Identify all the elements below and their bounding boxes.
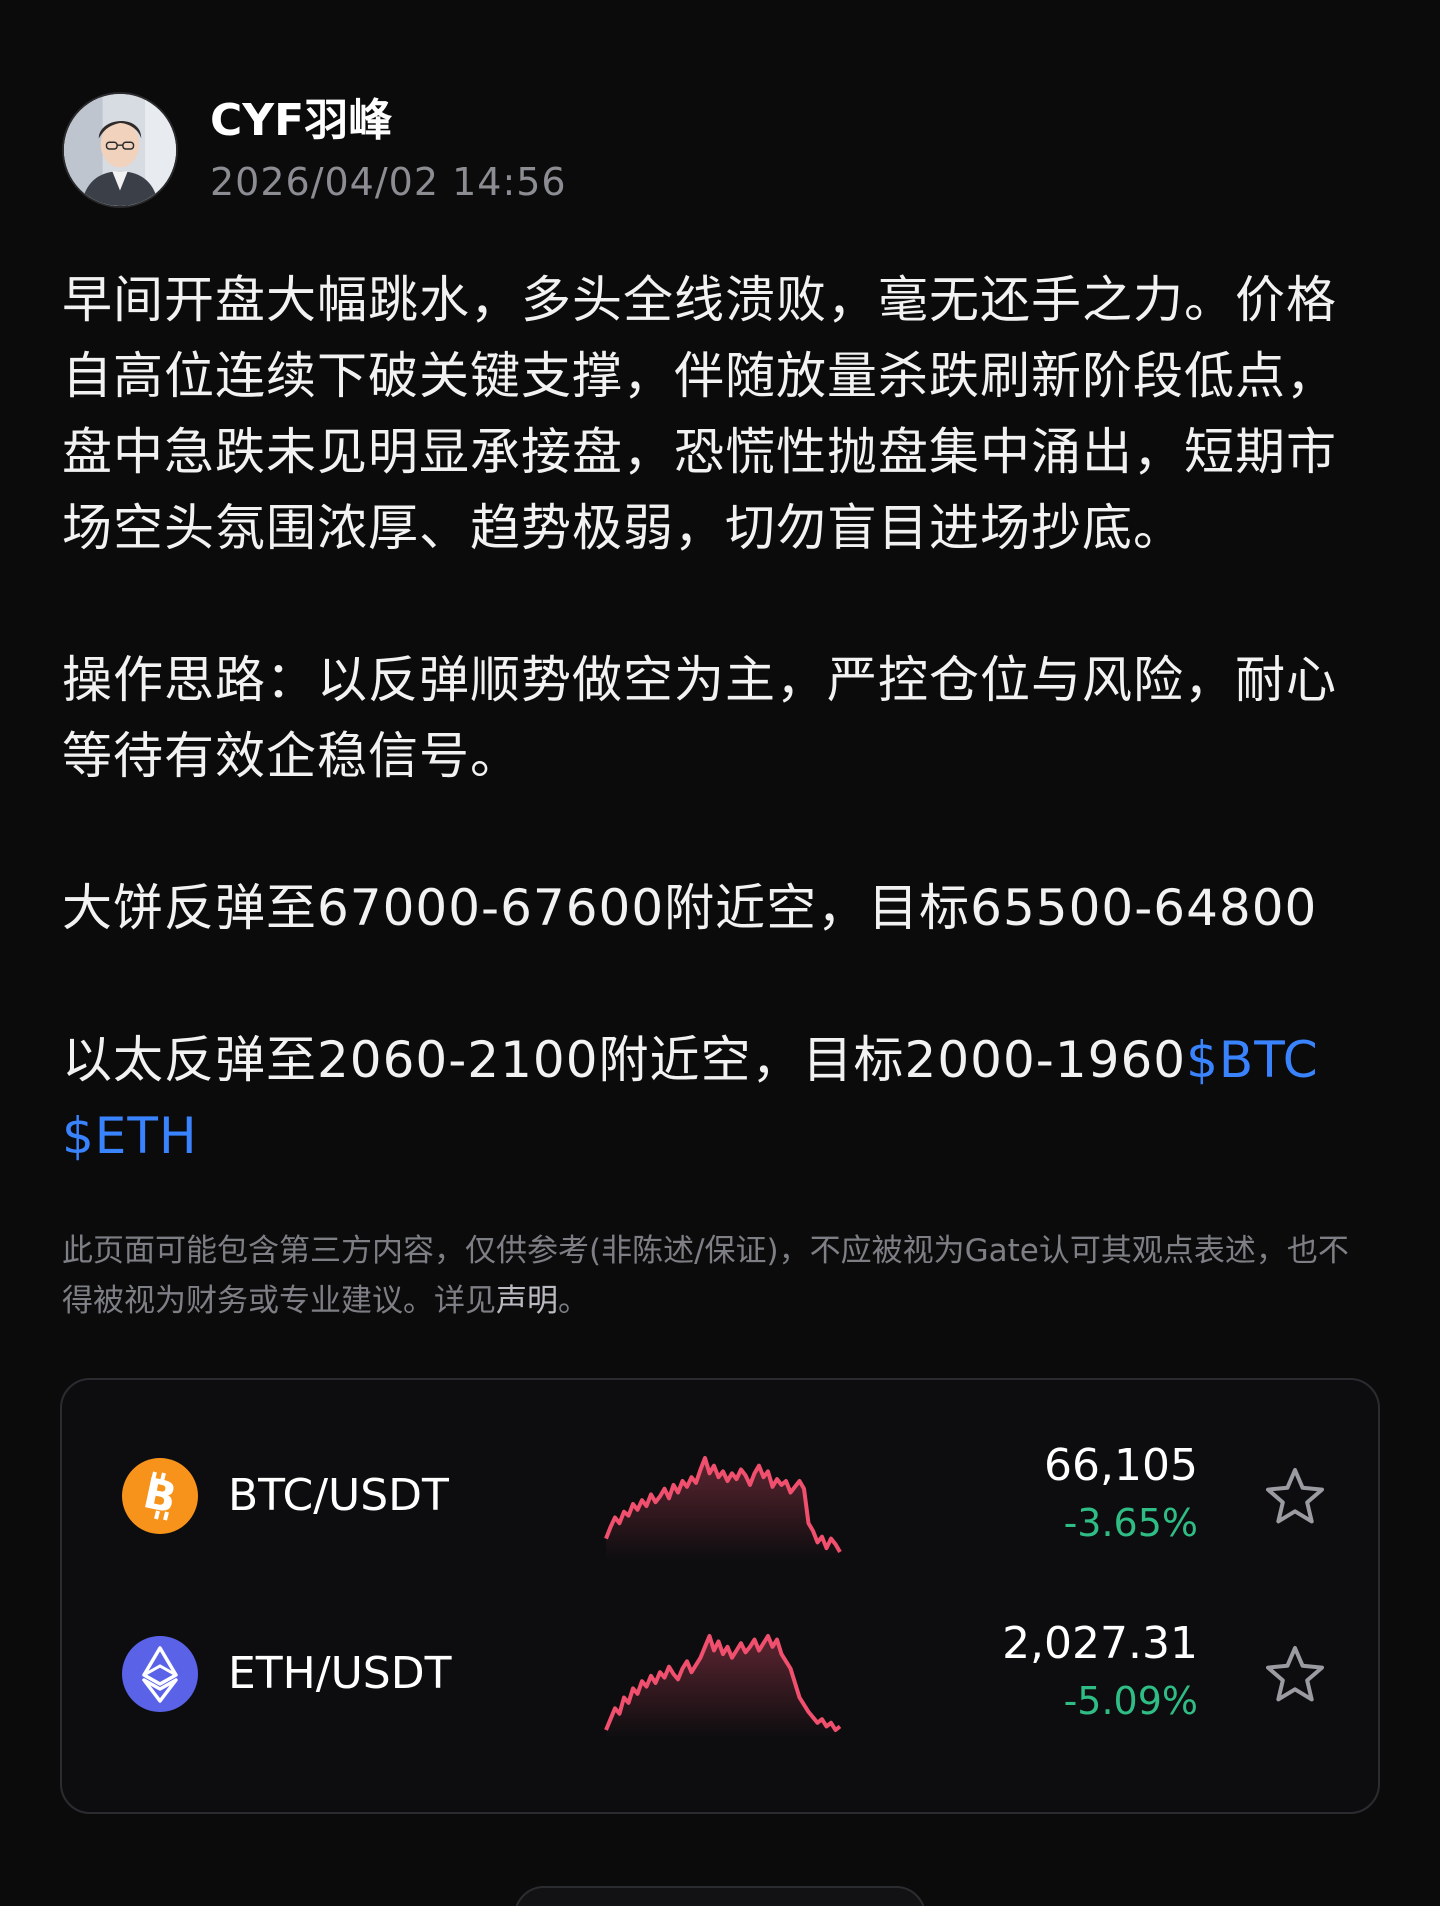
disclaimer: 此页面可能包含第三方内容，仅供参考(非陈述/保证)，不应被视为Gate认可其观点…	[62, 1226, 1362, 1326]
sparkline-chart	[604, 1456, 842, 1560]
bottom-sheet-handle[interactable]	[514, 1886, 926, 1906]
post-paragraph: 操作思路：以反弹顺势做空为主，严控仓位与风险，耐心等待有效企稳信号。	[62, 651, 1337, 785]
author-name[interactable]: CYF羽峰	[210, 94, 567, 148]
avatar[interactable]	[62, 92, 178, 208]
post-paragraph-text: 以太反弹至2060-2100附近空，目标2000-1960	[62, 1031, 1187, 1089]
post-paragraph: 以太反弹至2060-2100附近空，目标2000-1960$BTC $ETH	[62, 1022, 1382, 1174]
price-change: -5.09%	[1063, 1679, 1198, 1723]
disclaimer-text: 此页面可能包含第三方内容，仅供参考(非陈述/保证)，不应被视为Gate认可其观点…	[62, 1233, 1349, 1319]
post-body: 早间开盘大幅跳水，多头全线溃败，毫无还手之力。价格自高位连续下破关键支撑，伴随放…	[62, 262, 1382, 1174]
price-value: 2,027.31	[1002, 1618, 1198, 1669]
pair-label: ETH/USDT	[228, 1648, 452, 1699]
author-meta: CYF羽峰 2026/04/02 14:56	[210, 94, 567, 206]
post-detail-page: CYF羽峰 2026/04/02 14:56 早间开盘大幅跳水，多头全线溃败，毫…	[0, 0, 1440, 1906]
favorite-star-icon[interactable]	[1262, 1642, 1328, 1708]
ethereum-icon	[122, 1636, 198, 1712]
market-card: B BTC/USDT 66,105 -3.65% ETH/USDT 2,027.…	[60, 1378, 1380, 1814]
price-change: -3.65%	[1063, 1501, 1198, 1545]
pair-label: BTC/USDT	[228, 1470, 449, 1521]
author-header[interactable]: CYF羽峰 2026/04/02 14:56	[62, 92, 567, 208]
post-paragraph: 早间开盘大幅跳水，多头全线溃败，毫无还手之力。价格自高位连续下破关键支撑，伴随放…	[62, 271, 1337, 557]
market-row-eth[interactable]: ETH/USDT 2,027.31 -5.09%	[62, 1598, 1378, 1748]
avatar-portrait-icon	[64, 94, 176, 206]
ticker-link-eth[interactable]: $ETH	[62, 1107, 198, 1165]
ticker-link-btc[interactable]: $BTC	[1186, 1031, 1319, 1089]
market-row-btc[interactable]: B BTC/USDT 66,105 -3.65%	[62, 1420, 1378, 1570]
disclaimer-end: 。	[558, 1283, 589, 1319]
favorite-star-icon[interactable]	[1262, 1464, 1328, 1530]
price-value: 66,105	[1044, 1440, 1198, 1491]
post-paragraph: 大饼反弹至67000-67600附近空，目标65500-64800	[62, 879, 1318, 937]
disclaimer-statement-link[interactable]: 声明	[496, 1283, 558, 1319]
bitcoin-icon: B	[122, 1458, 198, 1534]
sparkline-chart	[604, 1634, 842, 1738]
post-timestamp: 2026/04/02 14:56	[210, 160, 567, 204]
